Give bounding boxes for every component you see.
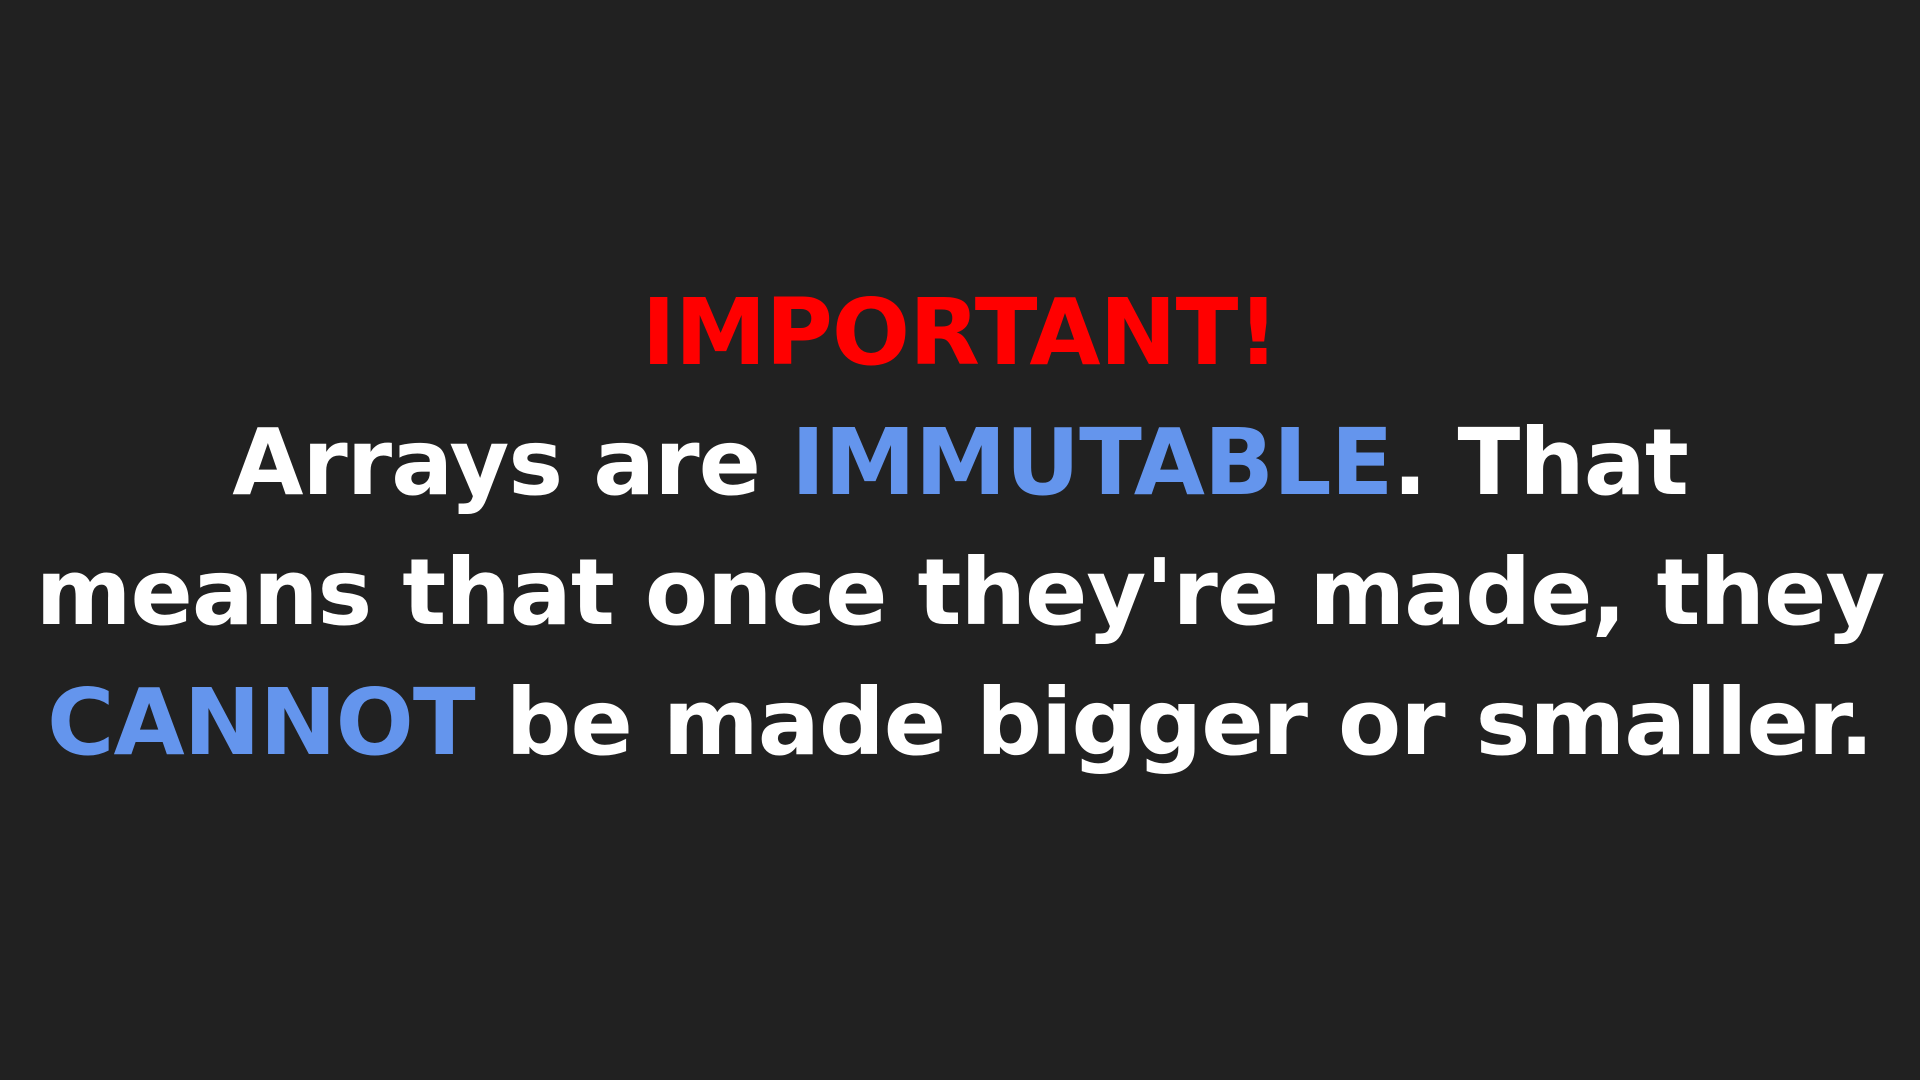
important-heading: IMPORTANT! [641, 279, 1280, 386]
cannot-highlight: CANNOT [46, 669, 476, 776]
line3-text-rest: be made bigger or smaller. [474, 669, 1874, 776]
slide-content: IMPORTANT! Arrays are IMMUTABLE. That me… [35, 268, 1886, 788]
immutable-highlight: IMMUTABLE [791, 409, 1393, 516]
slide: IMPORTANT! Arrays are IMMUTABLE. That me… [0, 0, 1920, 1080]
line1-text-a: Arrays are [232, 409, 792, 516]
text-line-2: means that once they're made, they [35, 539, 1886, 646]
text-line-1: Arrays are IMMUTABLE. That [36, 398, 1885, 528]
text-line-3: CANNOT be made bigger or smaller. [36, 658, 1885, 788]
line1-text-b: . That [1392, 409, 1689, 516]
